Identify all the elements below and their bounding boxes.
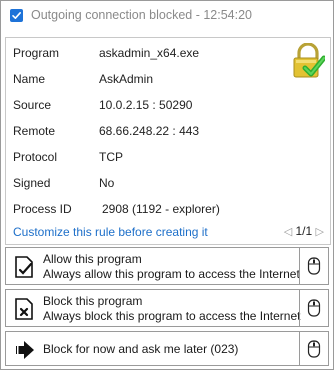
mouse-icon[interactable]	[307, 257, 321, 275]
signed-value: No	[99, 176, 115, 190]
name-label: Name	[13, 72, 46, 86]
mouse-icon[interactable]	[307, 339, 321, 358]
protocol-value: TCP	[99, 150, 123, 164]
previous-arrow-icon[interactable]: ◁	[284, 226, 292, 238]
window-title: Outgoing connection blocked - 12:54:20	[31, 8, 252, 22]
info-row-source: Source 10.0.2.15 : 50290	[6, 98, 330, 116]
protocol-label: Protocol	[13, 150, 58, 164]
block-title: Block this program	[43, 294, 143, 308]
pager: ◁ 1/1 ▷	[284, 224, 324, 238]
connection-info-panel: Program askadmin_x64.exe Name AskAdmin S…	[5, 37, 331, 245]
divider	[299, 290, 300, 326]
process-id-value: 2908 (1192 - explorer)	[102, 202, 220, 216]
process-id-label: Process ID	[13, 202, 72, 216]
title-bar: Outgoing connection blocked - 12:54:20	[1, 1, 333, 31]
info-row-signed: Signed No	[6, 176, 330, 194]
firewall-notification-window: Outgoing connection blocked - 12:54:20 P…	[0, 0, 334, 370]
block-program-button[interactable]: Block this program Always block this pro…	[5, 289, 329, 327]
source-label: Source	[13, 98, 52, 112]
info-row-protocol: Protocol TCP	[6, 150, 330, 168]
program-label: Program	[13, 46, 60, 60]
allow-document-icon	[15, 256, 33, 278]
info-row-program: Program askadmin_x64.exe	[6, 46, 330, 64]
allow-program-button[interactable]: Allow this program Always allow this pro…	[5, 247, 329, 285]
block-for-now-button[interactable]: Block for now and ask me later (023)	[5, 331, 329, 366]
arrow-right-icon	[14, 341, 34, 359]
mouse-icon[interactable]	[307, 299, 321, 317]
block-document-icon	[15, 298, 33, 320]
allow-subtitle: Always allow this program to access the …	[43, 267, 300, 281]
allow-title: Allow this program	[43, 252, 142, 266]
program-value: askadmin_x64.exe	[99, 46, 200, 60]
lock-check-icon	[293, 43, 325, 78]
name-value: AskAdmin	[99, 72, 154, 86]
remote-value: 68.66.248.22 : 443	[99, 124, 200, 138]
enable-checkbox[interactable]	[10, 9, 23, 22]
info-row-name: Name AskAdmin	[6, 72, 330, 90]
pager-count: 1/1	[295, 224, 313, 238]
customize-rule-link[interactable]: Customize this rule before creating it	[13, 225, 208, 239]
info-row-process-id: Process ID 2908 (1192 - explorer)	[6, 202, 330, 220]
block-subtitle: Always block this program to access the …	[43, 309, 301, 323]
source-value: 10.0.2.15 : 50290	[99, 98, 193, 112]
block-for-now-label: Block for now and ask me later (023)	[43, 342, 239, 356]
divider	[299, 332, 300, 365]
next-arrow-icon[interactable]: ▷	[316, 226, 324, 238]
signed-label: Signed	[13, 176, 51, 190]
divider	[299, 248, 300, 284]
info-row-remote: Remote 68.66.248.22 : 443	[6, 124, 330, 142]
remote-label: Remote	[13, 124, 56, 138]
checkmark-icon	[12, 12, 21, 19]
